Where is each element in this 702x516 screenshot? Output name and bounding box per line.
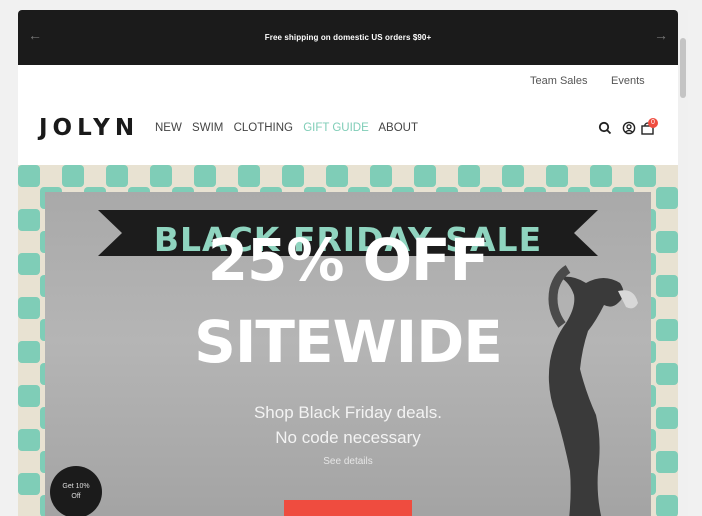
- checker-tile: [238, 165, 260, 187]
- scroll-thumb[interactable]: [680, 38, 686, 98]
- swimmer-figure: [548, 265, 638, 516]
- checker-tile: [370, 165, 392, 187]
- checker-tile: [656, 187, 678, 209]
- checker-tile: [656, 231, 678, 253]
- checker-tile: [150, 165, 172, 187]
- checker-tile: [18, 385, 40, 407]
- discount-popup-badge[interactable]: Get 10% Off: [50, 466, 102, 516]
- site-header: JOLYN NEW SWIM CLOTHING GIFT GUIDE ABOUT…: [18, 95, 678, 165]
- shop-now-button[interactable]: SHOP NOW: [284, 500, 412, 516]
- checker-tile: [656, 363, 678, 385]
- logo[interactable]: JOLYN: [39, 115, 139, 141]
- utility-bar: Team Sales Events: [18, 65, 678, 95]
- nav-item-new[interactable]: NEW: [155, 122, 182, 134]
- discount-line-2: Off: [71, 493, 81, 500]
- account-icon[interactable]: [622, 121, 636, 135]
- announcement-text: Free shipping on domestic US orders $90+: [264, 33, 432, 42]
- team-sales-link[interactable]: Team Sales: [530, 75, 587, 87]
- search-icon[interactable]: [598, 121, 612, 135]
- checker-tile: [546, 165, 568, 187]
- checker-tile: [106, 165, 128, 187]
- browser-page: ← Free shipping on domestic US orders $9…: [18, 10, 678, 516]
- checker-tile: [590, 165, 612, 187]
- events-link[interactable]: Events: [611, 75, 645, 87]
- header-icons: 0: [578, 117, 658, 141]
- nav-item-about[interactable]: ABOUT: [378, 122, 418, 134]
- checker-tile: [656, 407, 678, 429]
- checker-tile: [18, 429, 40, 451]
- arrow-left-icon[interactable]: ←: [28, 28, 42, 42]
- checker-tile: [18, 253, 40, 275]
- checker-tile: [18, 209, 40, 231]
- cart-count-badge: 0: [648, 118, 658, 128]
- headline-discount: 25% OFF: [207, 226, 490, 294]
- checker-tile: [634, 165, 656, 187]
- see-details-link[interactable]: See details: [268, 456, 428, 467]
- subtext-deals: Shop Black Friday deals.: [253, 403, 443, 422]
- arrow-right-icon[interactable]: →: [654, 28, 668, 42]
- checker-tile: [458, 165, 480, 187]
- checker-tile: [18, 165, 40, 187]
- checker-tile: [502, 165, 524, 187]
- main-nav: NEW SWIM CLOTHING GIFT GUIDE ABOUT: [155, 122, 425, 134]
- discount-line-1: Get 10%: [62, 483, 90, 490]
- page-scrollbar[interactable]: [678, 10, 688, 516]
- checker-tile: [282, 165, 304, 187]
- checker-tile: [62, 165, 84, 187]
- nav-item-swim[interactable]: SWIM: [192, 122, 223, 134]
- nav-item-clothing[interactable]: CLOTHING: [234, 122, 293, 134]
- checker-tile: [414, 165, 436, 187]
- checker-tile: [18, 473, 40, 495]
- hero-banner: BLACK FRIDAY SALE 25% OFF SITEWIDE Shop …: [18, 165, 678, 516]
- checker-tile: [656, 319, 678, 341]
- checker-tile: [656, 495, 678, 516]
- checker-tile: [326, 165, 348, 187]
- checker-tile: [18, 297, 40, 319]
- headline-sitewide: SITEWIDE: [194, 308, 503, 376]
- announcement-bar: ← Free shipping on domestic US orders $9…: [18, 10, 678, 65]
- checker-tile: [194, 165, 216, 187]
- checker-tile: [18, 341, 40, 363]
- checker-tile: [656, 451, 678, 473]
- subtext-no-code: No code necessary: [275, 428, 421, 447]
- checker-tile: [656, 275, 678, 297]
- nav-item-gift-guide[interactable]: GIFT GUIDE: [303, 122, 369, 134]
